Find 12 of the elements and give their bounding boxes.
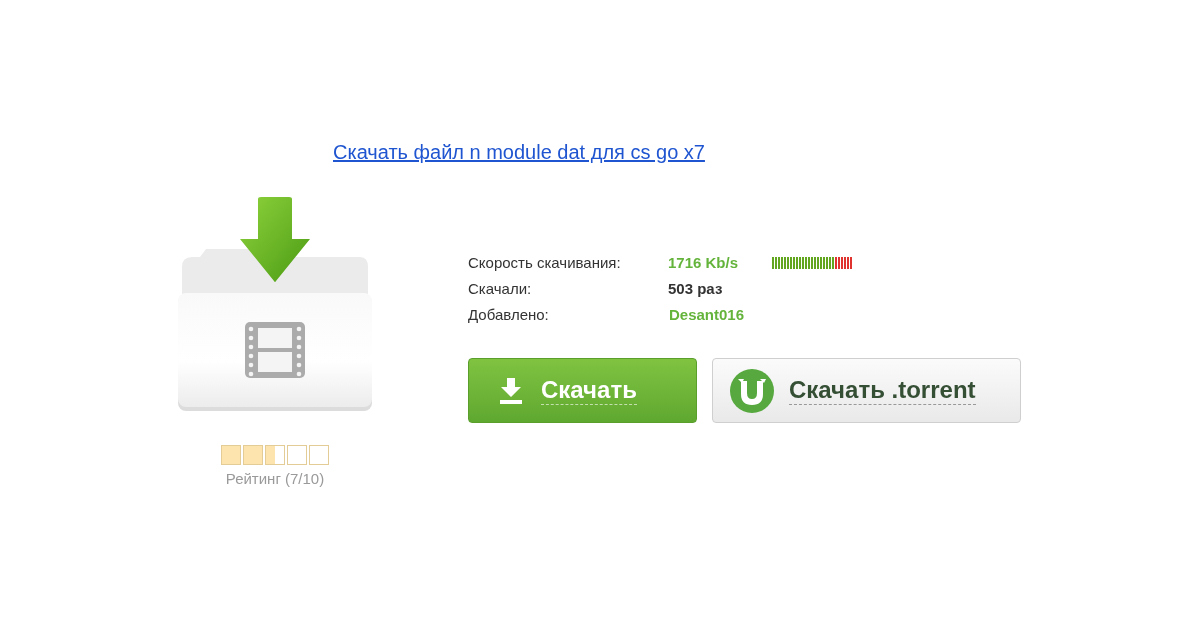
- u-circle-icon: [730, 368, 774, 413]
- download-icon: [500, 377, 522, 404]
- folder-download-icon: [178, 197, 372, 412]
- speed-value: 1716 Kb/s: [668, 253, 740, 273]
- info-label: Скачали:: [468, 279, 533, 299]
- rating-label: Рейтинг (7/10): [225, 469, 325, 489]
- torrent-download-button[interactable]: Скачать .torrent: [712, 358, 1021, 423]
- info-label: Скорость скачивания:: [468, 253, 622, 273]
- downloads-value: 503 раз: [668, 279, 724, 299]
- download-file-link[interactable]: Скачать файл n module dat для cs go x7: [333, 141, 705, 163]
- info-label: Добавлено:: [468, 305, 550, 325]
- author-value: Desant016: [668, 305, 746, 325]
